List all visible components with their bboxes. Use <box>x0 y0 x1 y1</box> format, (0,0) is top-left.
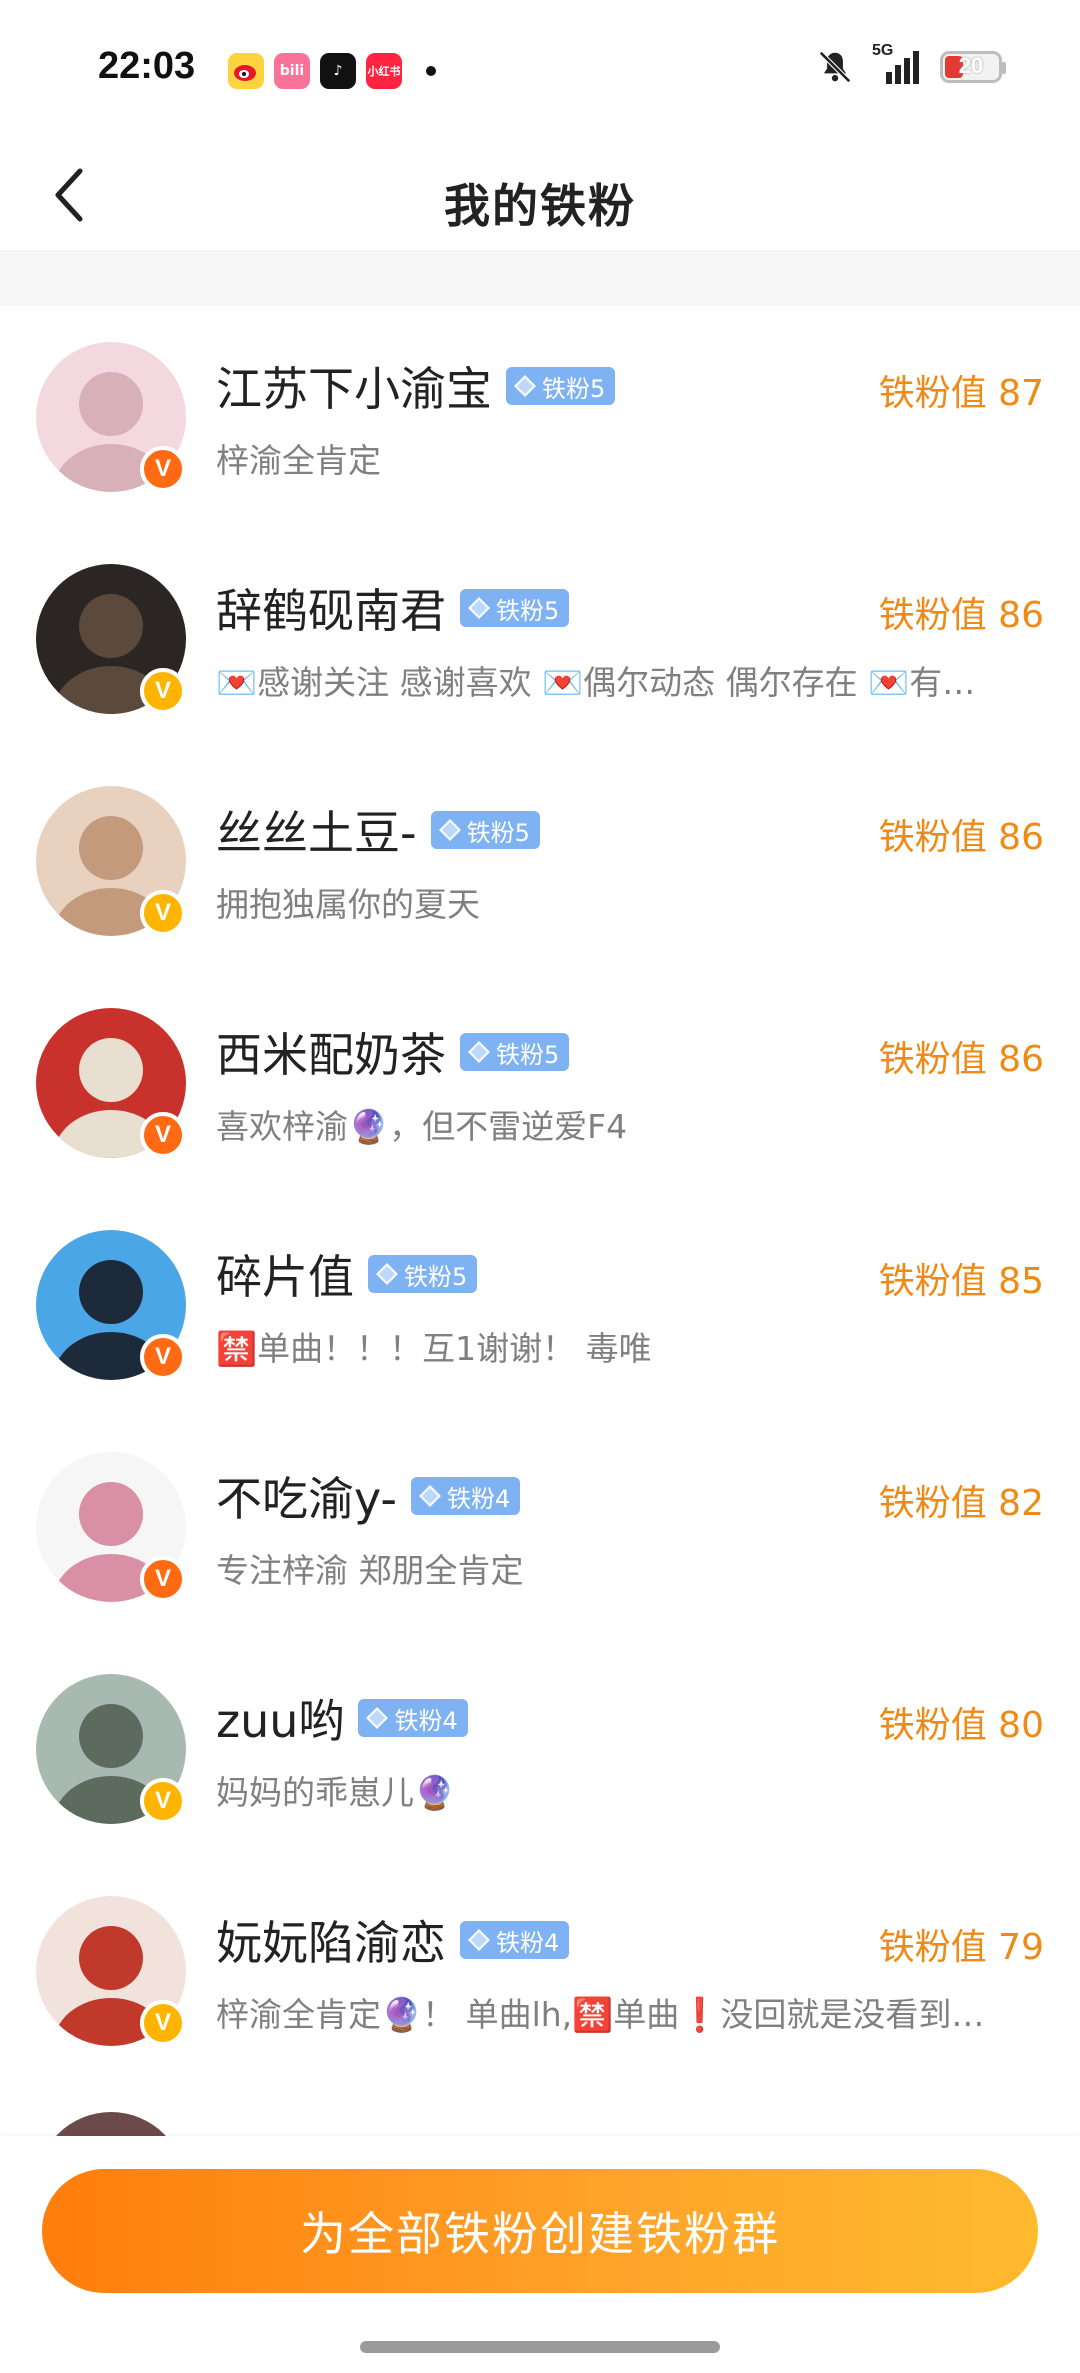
fan-name-line: zuu哟 铁粉4 <box>216 1688 468 1748</box>
fan-list-item[interactable]: V zuu哟 铁粉4 铁粉值 80 妈妈的乖崽儿🔮 <box>0 1638 1080 1860</box>
fan-name: 碎片值 <box>216 1250 354 1304</box>
avatar-wrap: V <box>36 786 186 936</box>
fan-list-item[interactable]: V 辞鹤砚南君 铁粉5 铁粉值 86 💌感谢关注 感谢喜欢 💌偶尔动态 偶尔存在… <box>0 528 1080 750</box>
fan-score: 铁粉值 79 <box>878 1927 1044 1968</box>
fan-name: 辞鹤砚南君 <box>216 584 446 638</box>
fan-level-badge: 铁粉5 <box>506 367 616 405</box>
diamond-icon <box>468 597 490 619</box>
fan-list-item[interactable]: V 丝丝土豆- 铁粉5 铁粉值 86 拥抱独属你的夏天 <box>0 750 1080 972</box>
diamond-icon <box>376 1263 398 1285</box>
status-indicators: 5G 20 <box>816 42 1006 86</box>
fan-name-line: 辞鹤砚南君 铁粉5 <box>216 578 570 638</box>
page-title: 我的铁粉 <box>444 179 636 233</box>
fan-description: 拥抱独属你的夏天 <box>216 885 480 924</box>
avatar-wrap: V <box>36 342 186 492</box>
fan-level-badge: 铁粉5 <box>430 811 540 849</box>
fan-description: 妈妈的乖崽儿🔮 <box>216 1773 456 1812</box>
battery-icon: 20 <box>940 51 1006 83</box>
verified-v-icon: V <box>140 1556 186 1602</box>
verified-v-icon: V <box>140 668 186 714</box>
fan-list-item[interactable]: V 妧妧陷渝恋 铁粉4 铁粉值 79 梓渝全肯定🔮！ 单曲lh,🈲单曲❗️没回就… <box>0 1860 1080 2082</box>
nav-header: 我的铁粉 <box>0 140 1080 250</box>
verified-v-icon: V <box>140 446 186 492</box>
fan-description: 喜欢梓渝🔮，但不雷逆爱F4 <box>216 1107 628 1146</box>
status-bar: 22:03 bili ♪ 小红书 5G 20 <box>0 0 1080 140</box>
fan-score: 铁粉值 80 <box>878 1705 1044 1746</box>
fan-score: 铁粉值 86 <box>878 1039 1044 1080</box>
fan-level-badge: 铁粉4 <box>460 1921 570 1959</box>
diamond-icon <box>468 1929 490 1951</box>
fan-score: 铁粉值 86 <box>878 817 1044 858</box>
fan-name-line: 妧妧陷渝恋 铁粉4 <box>216 1910 570 1970</box>
home-indicator[interactable] <box>360 2341 720 2353</box>
fan-level-label: 铁粉5 <box>496 596 560 625</box>
status-time: 22:03 <box>98 45 196 87</box>
bottom-bar: 为全部铁粉创建铁粉群 <box>0 2136 1080 2373</box>
fan-level-badge: 铁粉5 <box>460 1033 570 1071</box>
diamond-icon <box>468 1041 490 1063</box>
fan-name: zuu哟 <box>216 1694 345 1748</box>
fan-level-badge: 铁粉5 <box>368 1255 478 1293</box>
avatar-wrap: V <box>36 1230 186 1380</box>
avatar-wrap: V <box>36 564 186 714</box>
notification-app-icons: bili ♪ 小红书 <box>228 53 436 89</box>
fan-level-label: 铁粉5 <box>404 1262 468 1291</box>
fan-name: 丝丝土豆- <box>216 806 417 860</box>
fan-list[interactable]: V 江苏下小渝宝 铁粉5 铁粉值 87 梓渝全肯定 V 辞鹤砚南君 铁粉5 铁粉… <box>0 306 1080 2136</box>
more-notifications-dot <box>426 66 436 76</box>
fan-description: 💌感谢关注 感谢喜欢 💌偶尔动态 偶尔存在 💌有… <box>216 663 976 702</box>
fan-description: 专注梓渝 郑朋全肯定 <box>216 1551 524 1590</box>
avatar-wrap: V <box>36 1674 186 1824</box>
diamond-icon <box>366 1707 389 1729</box>
verified-v-icon: V <box>140 1334 186 1380</box>
fan-description: 梓渝全肯定 <box>216 441 381 480</box>
verified-v-icon: V <box>140 1778 186 1824</box>
fan-name-line: 丝丝土豆- 铁粉5 <box>216 800 540 860</box>
fan-level-label: 铁粉4 <box>447 1484 511 1513</box>
avatar-wrap: V <box>36 1008 186 1158</box>
verified-v-icon: V <box>140 1112 186 1158</box>
fan-level-label: 铁粉5 <box>542 374 606 403</box>
verified-v-icon: V <box>140 890 186 936</box>
fan-name: 妧妧陷渝恋 <box>216 1916 446 1970</box>
fan-score: 铁粉值 82 <box>878 1483 1044 1524</box>
fan-name: 不吃渝y- <box>216 1472 398 1526</box>
tiktok-icon: ♪ <box>320 53 356 89</box>
fan-level-label: 铁粉4 <box>394 1706 458 1735</box>
xiaohongshu-icon: 小红书 <box>366 53 402 89</box>
fan-score: 铁粉值 85 <box>878 1261 1044 1302</box>
create-fan-group-button[interactable]: 为全部铁粉创建铁粉群 <box>42 2169 1038 2293</box>
fan-level-label: 铁粉5 <box>466 818 530 847</box>
fan-level-badge: 铁粉5 <box>460 589 570 627</box>
avatar-wrap: V <box>36 1896 186 2046</box>
fan-name-line: 江苏下小渝宝 铁粉5 <box>216 356 616 416</box>
fan-name: 西米配奶茶 <box>216 1028 446 1082</box>
fan-score: 铁粉值 87 <box>878 373 1044 414</box>
fan-description: 🈲单曲！！！互1谢谢！ 毒唯 <box>216 1329 652 1368</box>
fan-list-item[interactable]: V 不吃渝y- 铁粉4 铁粉值 82 专注梓渝 郑朋全肯定 <box>0 1416 1080 1638</box>
fan-name-line: 碎片值 铁粉5 <box>216 1244 478 1304</box>
fan-score: 铁粉值 86 <box>878 595 1044 636</box>
bell-muted-icon <box>819 51 851 83</box>
fan-level-label: 铁粉4 <box>496 1928 560 1957</box>
signal-icon: 5G <box>872 42 922 86</box>
fan-name: 江苏下小渝宝 <box>216 362 492 416</box>
diamond-icon <box>514 375 536 397</box>
weibo-icon <box>228 53 264 89</box>
fan-description: 梓渝全肯定🔮！ 单曲lh,🈲单曲❗️没回就是没看到… <box>216 1995 985 2034</box>
avatar-wrap: V <box>36 1452 186 1602</box>
fan-level-badge: 铁粉4 <box>411 1477 521 1515</box>
header-divider <box>0 250 1080 306</box>
diamond-icon <box>419 1485 442 1507</box>
fan-name-line: 不吃渝y- 铁粉4 <box>216 1466 521 1526</box>
fan-level-badge: 铁粉4 <box>358 1699 468 1737</box>
verified-v-icon: V <box>140 2000 186 2046</box>
fan-list-item[interactable]: V 江苏下小渝宝 铁粉5 铁粉值 87 梓渝全肯定 <box>0 306 1080 528</box>
fan-level-label: 铁粉5 <box>496 1040 560 1069</box>
fan-name-line: 西米配奶茶 铁粉5 <box>216 1022 570 1082</box>
diamond-icon <box>438 819 461 841</box>
fan-list-item[interactable]: V 西米配奶茶 铁粉5 铁粉值 86 喜欢梓渝🔮，但不雷逆爱F4 <box>0 972 1080 1194</box>
fan-list-item[interactable]: V 碎片值 铁粉5 铁粉值 85 🈲单曲！！！互1谢谢！ 毒唯 <box>0 1194 1080 1416</box>
bilibili-icon: bili <box>274 53 310 89</box>
